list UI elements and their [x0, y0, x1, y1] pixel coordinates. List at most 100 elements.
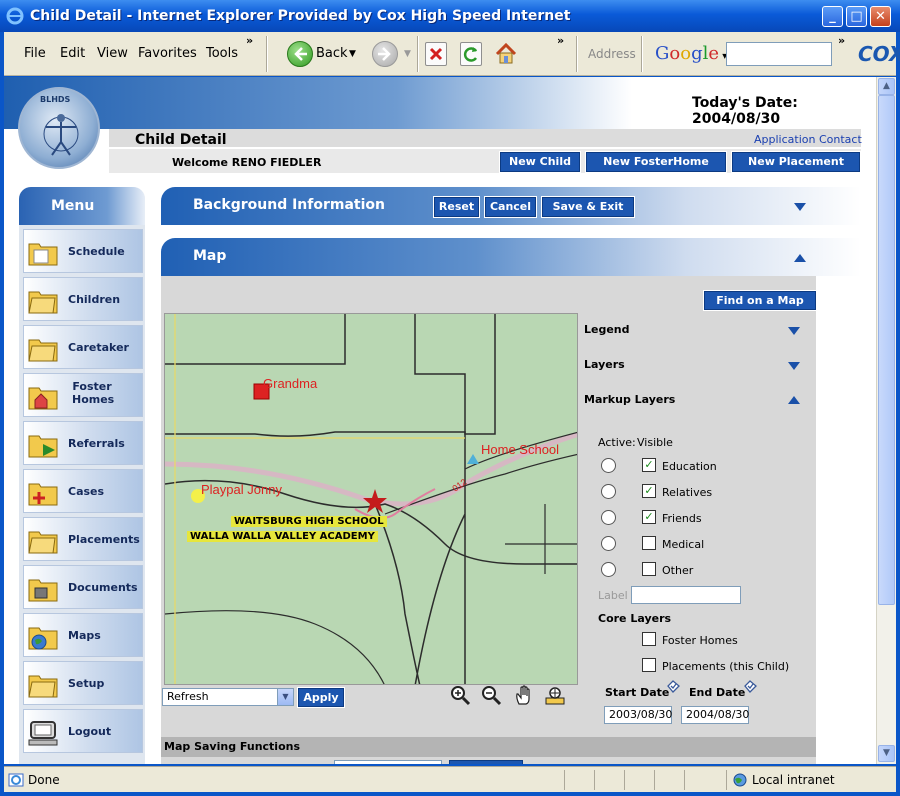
menu-view[interactable]: View	[97, 46, 128, 61]
reset-button[interactable]: Reset	[433, 196, 480, 218]
chevron-up-icon[interactable]	[787, 395, 801, 405]
toolbar-overflow-icon[interactable]: »	[557, 34, 564, 47]
chevron-up-icon[interactable]	[793, 253, 807, 263]
scroll-down-icon[interactable]: ▼	[878, 745, 895, 762]
menu-item-schedule[interactable]: Schedule	[23, 229, 143, 273]
dropdown-arrow-icon[interactable]: ▼	[277, 689, 293, 705]
menu-favorites[interactable]: Favorites	[138, 46, 197, 61]
children-folder-icon	[28, 291, 58, 314]
new-fosterhome-button[interactable]: New FosterHome	[585, 151, 727, 173]
back-button-label[interactable]: Back	[316, 46, 348, 61]
education-active-radio[interactable]	[601, 458, 616, 473]
map-action-selected: Refresh	[167, 690, 209, 703]
application-contact-link[interactable]: Application Contact	[754, 133, 862, 146]
vertical-scrollbar[interactable]: ▲ ▼	[876, 77, 896, 764]
google-logo[interactable]: Google ▾	[655, 43, 727, 64]
placements-folder-icon	[28, 531, 58, 554]
forward-dropdown-icon[interactable]: ▼	[404, 49, 411, 59]
page-content: BLHDS Today's Date: 2004/08/30 Child Det…	[4, 77, 876, 764]
menu-item-label: Placements	[68, 533, 140, 546]
education-label: Education	[662, 460, 717, 473]
map-name-input[interactable]	[334, 760, 442, 764]
label-input[interactable]	[631, 586, 741, 604]
save-exit-button[interactable]: Save & Exit	[541, 196, 635, 218]
menu-item-children[interactable]: Children	[23, 277, 143, 321]
menu-item-foster-homes[interactable]: Foster Homes	[23, 373, 143, 417]
intranet-globe-icon	[733, 773, 747, 787]
legend-header[interactable]: Legend	[584, 323, 630, 336]
cancel-button[interactable]: Cancel	[484, 196, 537, 218]
map-section-header[interactable]: Map	[161, 238, 861, 276]
friends-visible-checkbox[interactable]: ✓	[642, 510, 656, 524]
scroll-thumb[interactable]	[878, 95, 895, 605]
menu-file[interactable]: File	[24, 46, 46, 61]
map-canvas[interactable]: 012 Grandma Home School Playpal Jonny WA…	[164, 313, 578, 685]
minimize-button[interactable]: _	[822, 6, 843, 27]
menu-item-label: Setup	[68, 677, 105, 690]
map-roads: 012	[165, 314, 577, 684]
search-overflow-icon[interactable]: »	[838, 34, 845, 47]
relatives-active-radio[interactable]	[601, 484, 616, 499]
menu-item-setup[interactable]: Setup	[23, 661, 143, 705]
friends-active-radio[interactable]	[601, 510, 616, 525]
find-on-map-button[interactable]: Find on a Map	[703, 290, 817, 311]
chevron-down-icon[interactable]	[793, 202, 807, 212]
full-extent-icon[interactable]	[544, 684, 566, 706]
menu-tools[interactable]: Tools	[206, 46, 238, 61]
other-visible-checkbox[interactable]	[642, 562, 656, 576]
education-visible-checkbox[interactable]: ✓	[642, 458, 656, 472]
close-button[interactable]: ✕	[870, 6, 891, 27]
zoom-in-icon[interactable]	[449, 684, 471, 706]
apply-button[interactable]: Apply	[297, 687, 345, 708]
home-icon[interactable]	[495, 42, 517, 66]
menu-title: Menu	[19, 187, 145, 225]
menu-item-label: Referrals	[68, 437, 125, 450]
menu-item-logout[interactable]: Logout	[23, 709, 143, 753]
save-map-button[interactable]	[449, 760, 523, 764]
start-date-input[interactable]: 2003/08/30	[604, 706, 672, 724]
zoom-out-icon[interactable]	[480, 684, 502, 706]
google-search-input[interactable]	[726, 42, 832, 66]
layers-header[interactable]: Layers	[584, 358, 625, 371]
menu-item-cases[interactable]: Cases	[23, 469, 143, 513]
window-title: Child Detail - Internet Explorer Provide…	[30, 8, 571, 24]
medical-visible-checkbox[interactable]	[642, 536, 656, 550]
refresh-icon[interactable]	[460, 42, 482, 66]
new-placement-button[interactable]: New Placement	[731, 151, 861, 173]
pan-hand-icon[interactable]	[513, 684, 535, 706]
scroll-up-icon[interactable]: ▲	[878, 78, 895, 95]
map-section-title: Map	[193, 248, 227, 264]
calendar-icon[interactable]	[667, 680, 680, 693]
end-date-input[interactable]: 2004/08/30	[681, 706, 749, 724]
back-arrow-icon[interactable]	[287, 41, 313, 67]
chevron-down-icon[interactable]	[787, 326, 801, 336]
menu-item-label: Foster Homes	[72, 380, 115, 406]
toolbar-divider	[266, 36, 268, 72]
forward-arrow-icon[interactable]	[372, 41, 398, 67]
map-saving-title: Map Saving Functions	[164, 740, 301, 753]
back-dropdown-icon[interactable]: ▼	[349, 49, 356, 59]
relatives-visible-checkbox[interactable]: ✓	[642, 484, 656, 498]
chevron-down-icon[interactable]	[787, 361, 801, 371]
school-label: WAITSBURG HIGH SCHOOL	[231, 516, 387, 527]
menu-overflow-icon[interactable]: »	[246, 34, 253, 47]
menu-item-label: Cases	[68, 485, 105, 498]
map-action-select[interactable]: Refresh ▼	[162, 688, 294, 706]
menu-item-caretaker[interactable]: Caretaker	[23, 325, 143, 369]
core-layers-header: Core Layers	[598, 612, 672, 625]
stop-icon[interactable]	[425, 42, 447, 66]
maximize-button[interactable]: □	[846, 6, 867, 27]
menu-item-documents[interactable]: Documents	[23, 565, 143, 609]
calendar-icon[interactable]	[744, 680, 757, 693]
menu-item-referrals[interactable]: Referrals	[23, 421, 143, 465]
medical-active-radio[interactable]	[601, 536, 616, 551]
status-text: Done	[28, 773, 60, 787]
new-child-button[interactable]: New Child	[499, 151, 581, 173]
foster-homes-checkbox[interactable]	[642, 632, 656, 646]
markup-layers-header[interactable]: Markup Layers	[584, 393, 675, 406]
menu-item-maps[interactable]: Maps	[23, 613, 143, 657]
menu-item-placements[interactable]: Placements	[23, 517, 143, 561]
other-active-radio[interactable]	[601, 562, 616, 577]
placements-checkbox[interactable]	[642, 658, 656, 672]
menu-edit[interactable]: Edit	[60, 46, 85, 61]
